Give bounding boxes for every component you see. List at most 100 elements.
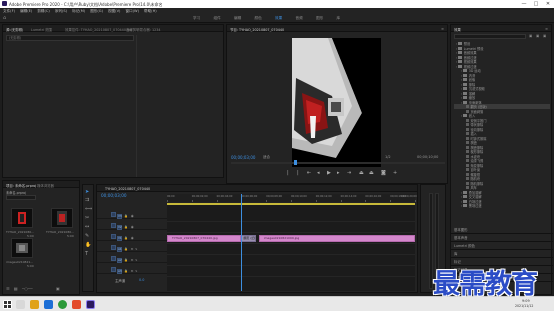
source-panel-tab[interactable]: Lumetri 范围 [31,27,52,32]
icon-view-icon[interactable]: ▦ [14,286,18,291]
track-lane[interactable] [167,245,415,255]
track-target-toggle[interactable] [111,256,116,261]
zoom-slider[interactable]: ─○── [22,286,33,291]
add-button-icon[interactable]: + [393,170,397,176]
step-back-icon[interactable]: ◂ [317,170,320,176]
source-panel-tab[interactable]: 源:(无剪辑) [6,27,23,32]
track-target-toggle[interactable] [111,267,116,272]
project-search-input[interactable] [6,195,36,200]
ripple-edit-icon[interactable]: ⟺ [85,206,92,212]
mute-button[interactable]: M [131,269,134,273]
program-video-frame[interactable] [292,38,381,167]
project-item-thumbnail[interactable] [11,238,33,258]
project-item-thumbnail[interactable] [51,208,73,228]
timeline-timecode[interactable]: 00;00;03;00 [101,193,127,198]
premiere-taskbar-icon[interactable] [86,300,95,309]
new-bin-icon[interactable]: ▣ [56,286,60,291]
solo-button[interactable]: S [135,269,137,273]
go-to-in-icon[interactable]: ⇤ [307,170,311,176]
timeline-clip[interactable]: images0210821099.jpg [258,235,415,242]
track-label[interactable]: A2 [117,258,122,263]
start-icon[interactable] [3,300,12,309]
step-forward-icon[interactable]: ▸ [337,170,340,176]
track-target-toggle[interactable] [111,234,116,239]
mute-button[interactable]: M [131,247,134,251]
solo-button[interactable]: S [135,247,137,251]
lock-icon[interactable]: 🔒 [124,225,128,229]
quality-dropdown[interactable]: 1/2 [385,155,391,159]
tab-sequence[interactable]: TYHAO_20210807_070440 [105,187,150,191]
export-frame-icon[interactable]: ◙ [381,170,386,176]
track-label[interactable]: V3 [117,214,122,219]
eye-icon[interactable]: ◉ [131,214,134,218]
lock-icon[interactable]: 🔒 [124,214,128,218]
eye-icon[interactable]: ◉ [131,236,134,240]
program-scrub-bar[interactable] [231,160,445,165]
home-icon[interactable]: ⌂ [3,15,6,21]
master-track-value[interactable]: 0.0 [139,278,144,282]
track-lane[interactable] [167,212,415,222]
track-target-toggle[interactable] [111,245,116,250]
file-explorer-icon[interactable] [30,300,39,309]
fit-dropdown[interactable]: 适合 [263,155,270,160]
list-view-icon[interactable]: ☰ [6,286,10,291]
transition-clip[interactable]: 翻页 (旧版) [241,235,257,242]
mute-button[interactable]: M [131,258,134,262]
mark-in-icon[interactable]: | [287,170,289,176]
project-panel-tab[interactable]: 项目: 未命名.prproj [6,183,36,188]
32bit-filter-icon[interactable]: ▣ [536,34,539,38]
project-item-thumbnail[interactable] [11,208,33,228]
track-label[interactable]: V2 [117,225,122,230]
lock-icon[interactable]: 🔒 [124,269,128,273]
time-ruler[interactable]: 00;00 00;00;02;00 00;00;04;00 00;00;06;00 00… [167,194,417,202]
program-playhead[interactable] [294,160,298,165]
go-to-out-icon[interactable]: ⇥ [347,170,351,176]
project-panel-tab[interactable]: 媒体浏览器 [37,183,54,188]
panel-section-header[interactable]: 库 [454,251,457,256]
tab-program[interactable]: 节目: TYHAO_20210807_070440 [230,27,284,32]
track-label[interactable]: V1 [117,236,122,241]
chrome-browser-icon[interactable] [58,300,67,309]
eye-icon[interactable]: ◉ [131,225,134,229]
edge-browser-icon[interactable] [44,300,53,309]
track-label[interactable]: A1 [117,247,122,252]
play-icon[interactable]: ▶ [327,170,331,176]
workspace-tab[interactable]: 音频 [296,16,303,21]
lock-icon[interactable]: 🔒 [124,258,128,262]
panel-section-header[interactable]: 基本图形 [454,227,468,232]
hand-tool-icon[interactable]: ✋ [85,242,91,248]
panel-section-header[interactable]: Lumetri 颜色 [454,243,475,248]
track-target-toggle[interactable] [111,212,116,217]
workspace-tab[interactable]: 组件 [214,16,221,21]
track-label[interactable]: A3 [117,269,122,274]
effects-tree-item[interactable]: › 黑场过渡 [454,203,482,208]
lock-icon[interactable]: 🔒 [124,236,128,240]
track-lane[interactable] [167,223,415,233]
panel-menu-icon[interactable]: ≡ [441,27,444,31]
close-button[interactable]: ✕ [542,0,554,8]
track-lane[interactable] [167,267,415,277]
source-clip-field[interactable]: (无剪辑) [6,35,134,41]
tab-effects[interactable]: 效果 [454,27,461,32]
workspace-tab[interactable]: 编辑 [234,16,241,21]
workspace-tab[interactable]: 颜色 [255,16,262,21]
slip-tool-icon[interactable]: ↔ [85,224,89,230]
workspace-tab[interactable]: 效果 [275,16,282,21]
app-icon[interactable] [72,300,81,309]
type-tool-icon[interactable]: T [85,251,88,257]
razor-tool-icon[interactable]: ✂ [85,215,89,221]
yuv-filter-icon[interactable]: ▣ [543,34,546,38]
solo-button[interactable]: S [135,258,137,262]
track-select-icon[interactable]: ⇉ [85,197,89,203]
workspace-tab[interactable]: 学习 [193,16,200,21]
search-icon[interactable] [16,300,25,309]
extract-icon[interactable]: ⏏ [369,170,374,176]
selection-tool-icon[interactable]: ➤ [85,188,89,196]
work-area-bar[interactable] [167,203,415,205]
minimize-button[interactable]: — [518,0,530,8]
workspace-tab[interactable]: 库 [337,16,341,21]
source-panel-tab[interactable]: 音频剪辑混合器: 1234 [126,27,161,32]
pen-tool-icon[interactable]: ✎ [85,233,89,239]
track-lane[interactable] [167,256,415,266]
source-panel-tab[interactable]: 效果控件: TYHAO_20210807_070440.jpg [65,27,132,32]
